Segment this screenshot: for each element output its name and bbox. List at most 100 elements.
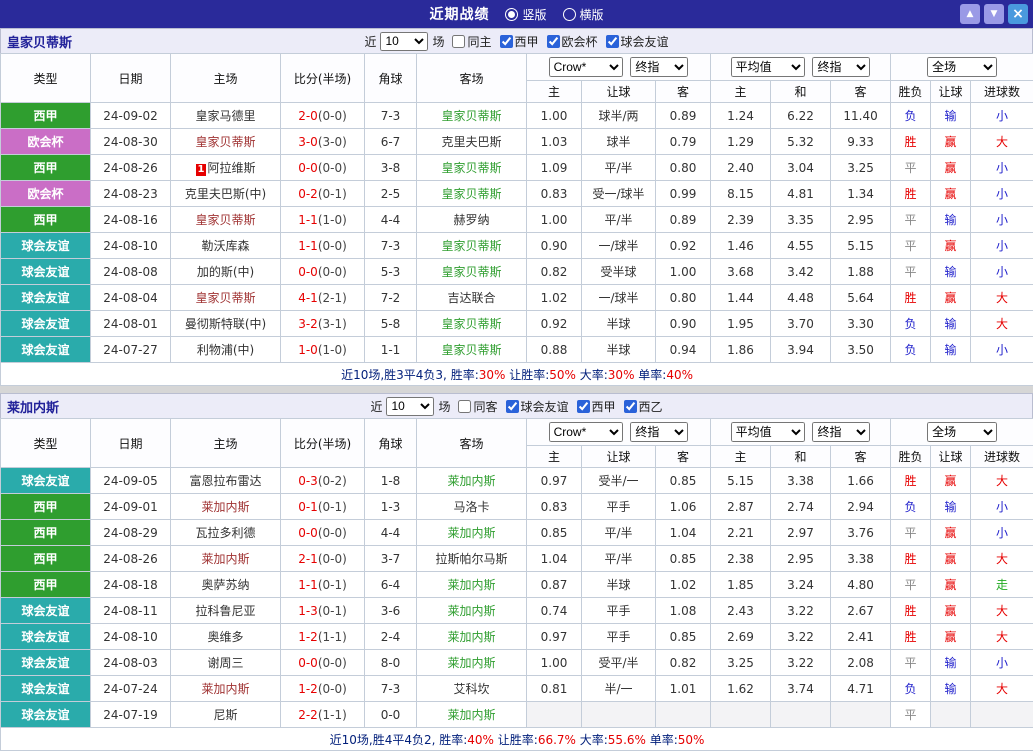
- avg-away-cell: 3.76: [831, 520, 891, 546]
- avg-away-cell: 1.66: [831, 468, 891, 494]
- filter-bar: 近 10 场 同客 球会友谊 西甲 西乙: [370, 397, 662, 416]
- result-handicap-cell: 赢: [931, 129, 971, 155]
- avg-stage-select[interactable]: 终指: [812, 57, 870, 77]
- home-team-label: 皇家马德里: [195, 109, 255, 123]
- avg-provider-select[interactable]: 平均值: [731, 422, 805, 442]
- odds-home-cell: 1.03: [527, 129, 582, 155]
- odds-handicap-cell: 半球: [582, 572, 656, 598]
- odds-away-cell: 0.90: [656, 311, 711, 337]
- match-row: 球会友谊24-08-11拉科鲁尼亚1-3(0-1)3-6莱加内斯0.74平手1.…: [1, 598, 1033, 624]
- league-filter-conference[interactable]: 欧会杯: [547, 33, 598, 50]
- match-date: 24-08-16: [91, 207, 171, 233]
- scope-select-cell: 全场: [891, 419, 1033, 446]
- close-button[interactable]: ×: [1008, 4, 1028, 24]
- home-team: 皇家贝蒂斯: [171, 207, 281, 233]
- avg-stage-select[interactable]: 终指: [812, 422, 870, 442]
- league-label: 欧会杯: [562, 33, 598, 50]
- result-outcome-cell: 负: [891, 311, 931, 337]
- near-label: 近: [364, 33, 376, 50]
- same-venue-filter[interactable]: 同客: [458, 398, 497, 415]
- scroll-down-button[interactable]: ▼: [984, 4, 1004, 24]
- avg-draw-cell: 3.22: [771, 598, 831, 624]
- odds-away-cell: 0.94: [656, 337, 711, 363]
- half-score: (0-1): [318, 500, 347, 514]
- league-filter-laliga[interactable]: 西甲: [577, 398, 616, 415]
- match-row: 球会友谊24-08-01曼彻斯特联(中)3-2(3-1)5-8皇家贝蒂斯0.92…: [1, 311, 1033, 337]
- home-team: 瓦拉多利德: [171, 520, 281, 546]
- match-row: 西甲24-08-29瓦拉多利德0-0(0-0)4-4莱加内斯0.85平/半1.0…: [1, 520, 1033, 546]
- avg-away-cell: [831, 702, 891, 728]
- same-venue-filter[interactable]: 同主: [452, 33, 491, 50]
- col-header-corner: 角球: [365, 54, 417, 103]
- avg-home-cell: 1.95: [711, 311, 771, 337]
- league-checkbox[interactable]: [577, 400, 590, 413]
- league-checkbox[interactable]: [500, 35, 513, 48]
- league-filter-segunda[interactable]: 西乙: [624, 398, 663, 415]
- away-team: 拉斯帕尔马斯: [417, 546, 527, 572]
- avg-draw-cell: 2.74: [771, 494, 831, 520]
- layout-radio-vertical[interactable]: 竖版: [505, 6, 546, 23]
- avg-away-cell: 1.88: [831, 259, 891, 285]
- full-score: 1-2: [298, 682, 318, 696]
- same-venue-checkbox[interactable]: [452, 35, 465, 48]
- col-header-odds-home: 主: [527, 81, 582, 103]
- away-team: 莱加内斯: [417, 572, 527, 598]
- away-team-label: 吉达联合: [447, 291, 495, 305]
- match-date: 24-07-27: [91, 337, 171, 363]
- league-checkbox[interactable]: [624, 400, 637, 413]
- scroll-up-button[interactable]: ▲: [960, 4, 980, 24]
- league-checkbox[interactable]: [606, 35, 619, 48]
- score-cell: 1-2(0-0): [281, 676, 365, 702]
- result-outcome-cell: 胜: [891, 624, 931, 650]
- scope-select[interactable]: 全场: [927, 422, 997, 442]
- match-date: 24-08-23: [91, 181, 171, 207]
- odds-provider-select[interactable]: Crow*: [549, 422, 623, 442]
- score-cell: 0-1(0-1): [281, 494, 365, 520]
- layout-radio-horizontal[interactable]: 横版: [563, 6, 604, 23]
- results-table: 类型 日期 主场 比分(半场) 角球 客场 Crow* 终指 平均值 终指 全场: [0, 418, 1033, 751]
- league-filter-laliga[interactable]: 西甲: [500, 33, 539, 50]
- odds-provider-select[interactable]: Crow*: [549, 57, 623, 77]
- avg-home-cell: 2.38: [711, 546, 771, 572]
- avg-draw-cell: 3.70: [771, 311, 831, 337]
- avg-draw-cell: 4.55: [771, 233, 831, 259]
- avg-away-cell: 4.80: [831, 572, 891, 598]
- match-count-select[interactable]: 10: [386, 397, 434, 416]
- score-cell: 2-2(1-1): [281, 702, 365, 728]
- odds-handicap-cell: 平手: [582, 494, 656, 520]
- avg-select-cell: 平均值 终指: [711, 54, 891, 81]
- league-checkbox[interactable]: [506, 400, 519, 413]
- result-handicap-cell: 输: [931, 259, 971, 285]
- avg-provider-select[interactable]: 平均值: [731, 57, 805, 77]
- team-header-row: 皇家贝蒂斯 近 10 场 同主 西甲 欧会杯 球会友谊: [0, 28, 1033, 53]
- col-header-avg-away: 客: [831, 446, 891, 468]
- odds-stage-select[interactable]: 终指: [630, 422, 688, 442]
- avg-draw-cell: 3.22: [771, 624, 831, 650]
- avg-draw-cell: 3.42: [771, 259, 831, 285]
- odds-stage-select[interactable]: 终指: [630, 57, 688, 77]
- match-count-select[interactable]: 10: [380, 32, 428, 51]
- result-handicap-cell: 赢: [931, 598, 971, 624]
- scope-select[interactable]: 全场: [927, 57, 997, 77]
- odds-home-cell: 1.00: [527, 103, 582, 129]
- away-team: 艾科坎: [417, 676, 527, 702]
- away-team: 吉达联合: [417, 285, 527, 311]
- col-header-away: 客场: [417, 54, 527, 103]
- same-venue-checkbox[interactable]: [458, 400, 471, 413]
- league-type-badge: 西甲: [1, 207, 91, 233]
- summary-prefix: 近10场,胜3平4负3,: [341, 368, 451, 382]
- odds-handicap-cell: 受半球: [582, 259, 656, 285]
- match-date: 24-08-26: [91, 546, 171, 572]
- league-filter-friendly[interactable]: 球会友谊: [606, 33, 669, 50]
- match-date: 24-09-01: [91, 494, 171, 520]
- away-team: 莱加内斯: [417, 702, 527, 728]
- corner-cell: 3-8: [365, 155, 417, 181]
- corner-cell: 7-2: [365, 285, 417, 311]
- avg-draw-cell: 6.22: [771, 103, 831, 129]
- corner-cell: 3-6: [365, 598, 417, 624]
- odds-handicap-cell: 半球: [582, 337, 656, 363]
- league-checkbox[interactable]: [547, 35, 560, 48]
- odds-away-cell: 0.85: [656, 468, 711, 494]
- away-team-label: 皇家贝蒂斯: [441, 239, 501, 253]
- league-filter-friendly[interactable]: 球会友谊: [506, 398, 569, 415]
